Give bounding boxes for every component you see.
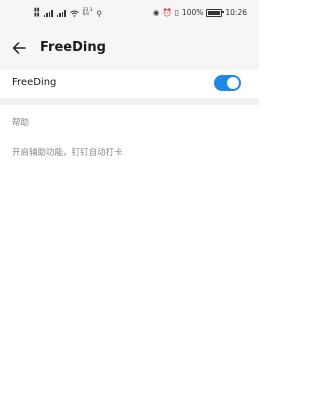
- help-section-header: 帮助: [12, 118, 30, 128]
- page-title: FreeDing: [40, 40, 106, 55]
- network-speed-unit: K/s: [82, 12, 90, 17]
- help-description: 开启辅助功能，钉钉自动打卡: [12, 148, 123, 158]
- battery-percent: 100%: [181, 8, 204, 17]
- switch-knob: [227, 77, 239, 89]
- freeding-toggle-row[interactable]: FreeDing: [0, 70, 259, 98]
- sim-icon: ▮▮ ▮▮: [34, 7, 40, 18]
- status-right-icons: ◉ ⏰ ▯ 100% 10:26: [153, 8, 247, 17]
- eye-icon: ◉: [152, 8, 160, 17]
- app-bar: FreeDing: [0, 28, 259, 70]
- status-time: 10:26: [225, 8, 247, 17]
- wifi-icon: [69, 10, 79, 17]
- vibrate-icon: ▯: [174, 8, 179, 17]
- signal-1-icon: [43, 9, 53, 17]
- section-divider: [0, 98, 259, 105]
- battery-icon: [206, 8, 225, 17]
- signal-2-icon: [56, 9, 66, 17]
- network-speed: 23.3 K/s: [82, 8, 93, 18]
- freeding-switch[interactable]: [214, 75, 241, 91]
- alarm-icon: ⏰: [162, 8, 172, 17]
- status-left-icons: ▮▮ ▮▮ 23.3 K/s ⚲: [34, 8, 102, 18]
- toggle-label: FreeDing: [12, 77, 57, 88]
- status-bar: ▮▮ ▮▮ 23.3 K/s ⚲ ◉ ⏰ ▯ 100% 10:26: [0, 0, 259, 28]
- usb-icon: ⚲: [96, 8, 103, 18]
- arrow-back-icon[interactable]: [11, 40, 27, 56]
